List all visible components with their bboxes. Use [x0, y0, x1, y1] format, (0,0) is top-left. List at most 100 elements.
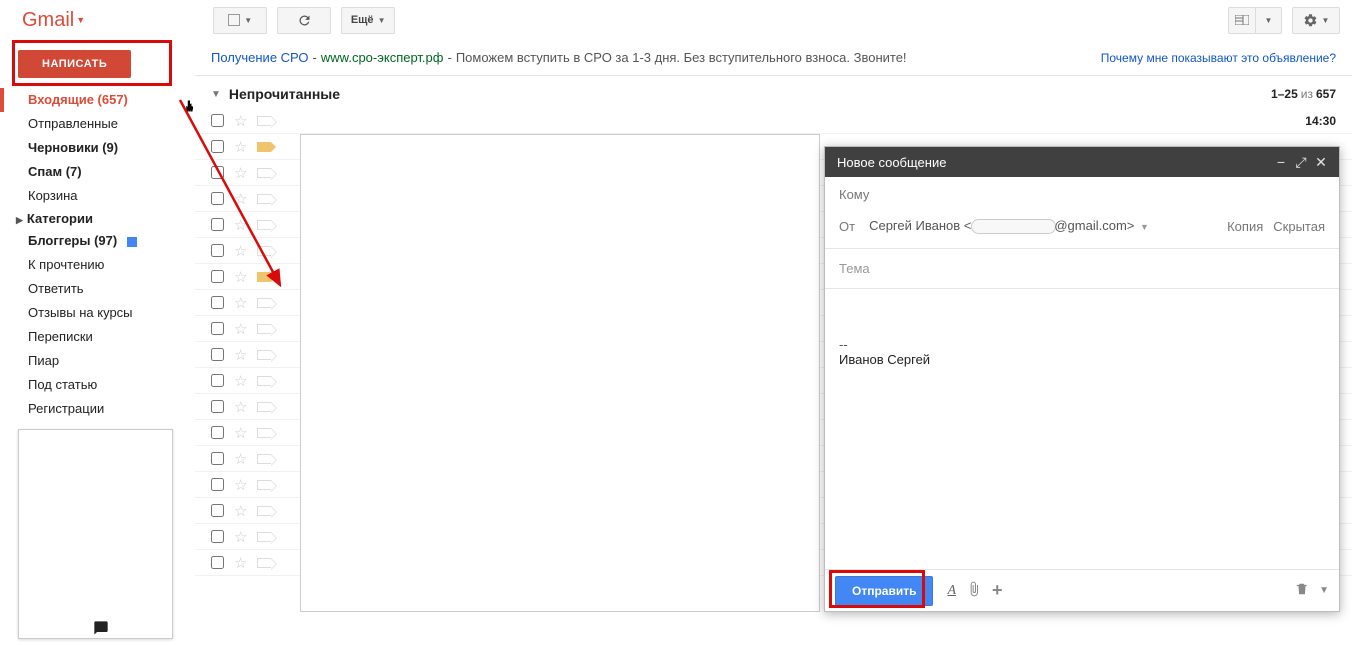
- folder-inbox[interactable]: Входящие (657): [0, 88, 195, 112]
- row-checkbox[interactable]: [211, 530, 224, 543]
- row-checkbox[interactable]: [211, 452, 224, 465]
- importance-marker[interactable]: [257, 454, 271, 464]
- importance-marker[interactable]: [257, 220, 271, 230]
- more-options-icon[interactable]: ▼: [1319, 585, 1329, 596]
- importance-marker[interactable]: [257, 558, 271, 568]
- row-checkbox[interactable]: [211, 426, 224, 439]
- star-icon[interactable]: ☆: [234, 320, 247, 338]
- insert-icon[interactable]: +: [992, 580, 1003, 601]
- row-checkbox[interactable]: [211, 478, 224, 491]
- row-checkbox[interactable]: [211, 348, 224, 361]
- label-pr[interactable]: Пиар: [0, 349, 195, 373]
- row-checkbox[interactable]: [211, 244, 224, 257]
- categories-header[interactable]: ▶Категории: [0, 208, 195, 229]
- row-checkbox[interactable]: [211, 218, 224, 231]
- chevron-down-icon[interactable]: ▼: [211, 89, 221, 100]
- importance-marker[interactable]: [257, 116, 271, 126]
- compose-body[interactable]: -- Иванов Сергей: [825, 289, 1339, 569]
- chat-icon[interactable]: [92, 620, 110, 639]
- attach-icon[interactable]: [966, 581, 982, 601]
- star-icon[interactable]: ☆: [234, 372, 247, 390]
- star-icon[interactable]: ☆: [234, 242, 247, 260]
- more-button[interactable]: Ещё ▼: [341, 7, 395, 34]
- ad-why-link[interactable]: Почему мне показывают это объявление?: [1101, 51, 1336, 65]
- importance-marker[interactable]: [257, 376, 271, 386]
- row-checkbox[interactable]: [211, 270, 224, 283]
- star-icon[interactable]: ☆: [234, 398, 247, 416]
- star-icon[interactable]: ☆: [234, 112, 247, 130]
- compose-button[interactable]: НАПИСАТЬ: [18, 50, 131, 78]
- importance-marker[interactable]: [257, 168, 271, 178]
- ad-url[interactable]: www.сро-эксперт.рф: [321, 50, 444, 65]
- importance-marker[interactable]: [257, 402, 271, 412]
- importance-marker[interactable]: [257, 142, 271, 152]
- discard-icon[interactable]: [1295, 581, 1309, 601]
- compose-subject-field[interactable]: Тема: [825, 249, 1339, 289]
- minimize-icon[interactable]: −: [1271, 154, 1291, 170]
- row-checkbox[interactable]: [211, 322, 224, 335]
- star-icon[interactable]: ☆: [234, 164, 247, 182]
- label-toread[interactable]: К прочтению: [0, 253, 195, 277]
- importance-marker[interactable]: [257, 194, 271, 204]
- row-checkbox[interactable]: [211, 374, 224, 387]
- star-icon[interactable]: ☆: [234, 294, 247, 312]
- row-checkbox[interactable]: [211, 166, 224, 179]
- folder-trash[interactable]: Корзина: [0, 184, 195, 208]
- select-button[interactable]: ▼: [213, 7, 267, 34]
- view-toggle[interactable]: ▼: [1228, 7, 1282, 34]
- formatting-icon[interactable]: A: [947, 583, 956, 599]
- row-checkbox[interactable]: [211, 192, 224, 205]
- gmail-logo[interactable]: Gmail▼: [22, 9, 85, 32]
- importance-marker[interactable]: [257, 480, 271, 490]
- settings-button[interactable]: ▼: [1292, 7, 1340, 34]
- star-icon[interactable]: ☆: [234, 528, 247, 546]
- row-checkbox[interactable]: [211, 296, 224, 309]
- mail-row[interactable]: ☆ 14:30: [195, 108, 1352, 134]
- importance-marker[interactable]: [257, 246, 271, 256]
- row-checkbox[interactable]: [211, 114, 224, 127]
- star-icon[interactable]: ☆: [234, 502, 247, 520]
- label-reply[interactable]: Ответить: [0, 277, 195, 301]
- importance-marker[interactable]: [257, 532, 271, 542]
- row-checkbox[interactable]: [211, 140, 224, 153]
- folder-spam[interactable]: Спам (7): [0, 160, 195, 184]
- send-button[interactable]: Отправить: [835, 576, 933, 606]
- close-icon[interactable]: ✕: [1311, 154, 1331, 171]
- compose-titlebar[interactable]: Новое сообщение − ⤢ ✕: [825, 147, 1339, 177]
- importance-marker[interactable]: [257, 272, 271, 282]
- refresh-button[interactable]: [277, 7, 331, 34]
- label-registrations[interactable]: Регистрации: [0, 397, 195, 421]
- row-checkbox[interactable]: [211, 504, 224, 517]
- caret-down-icon: ▼: [1140, 222, 1149, 232]
- refresh-icon: [297, 13, 312, 28]
- cc-link[interactable]: Копия: [1227, 219, 1263, 234]
- star-icon[interactable]: ☆: [234, 190, 247, 208]
- compose-to-field[interactable]: Кому: [825, 177, 1339, 212]
- importance-marker[interactable]: [257, 350, 271, 360]
- label-bloggers[interactable]: Блоггеры (97): [0, 229, 195, 253]
- expand-icon[interactable]: ⤢: [1291, 154, 1311, 171]
- label-reviews[interactable]: Отзывы на курсы: [0, 301, 195, 325]
- star-icon[interactable]: ☆: [234, 216, 247, 234]
- star-icon[interactable]: ☆: [234, 476, 247, 494]
- row-checkbox[interactable]: [211, 556, 224, 569]
- star-icon[interactable]: ☆: [234, 346, 247, 364]
- importance-marker[interactable]: [257, 298, 271, 308]
- labels-list: Блоггеры (97) К прочтению Ответить Отзыв…: [0, 229, 195, 421]
- star-icon[interactable]: ☆: [234, 268, 247, 286]
- star-icon[interactable]: ☆: [234, 424, 247, 442]
- folder-drafts[interactable]: Черновики (9): [0, 136, 195, 160]
- star-icon[interactable]: ☆: [234, 554, 247, 572]
- folder-sent[interactable]: Отправленные: [0, 112, 195, 136]
- importance-marker[interactable]: [257, 324, 271, 334]
- bcc-link[interactable]: Скрытая: [1273, 219, 1325, 234]
- row-checkbox[interactable]: [211, 400, 224, 413]
- label-threads[interactable]: Переписки: [0, 325, 195, 349]
- from-value[interactable]: Сергей Иванов <@gmail.com> ▼: [869, 218, 1149, 234]
- star-icon[interactable]: ☆: [234, 450, 247, 468]
- ad-title[interactable]: Получение СРО: [211, 50, 309, 65]
- importance-marker[interactable]: [257, 428, 271, 438]
- star-icon[interactable]: ☆: [234, 138, 247, 156]
- label-article[interactable]: Под статью: [0, 373, 195, 397]
- importance-marker[interactable]: [257, 506, 271, 516]
